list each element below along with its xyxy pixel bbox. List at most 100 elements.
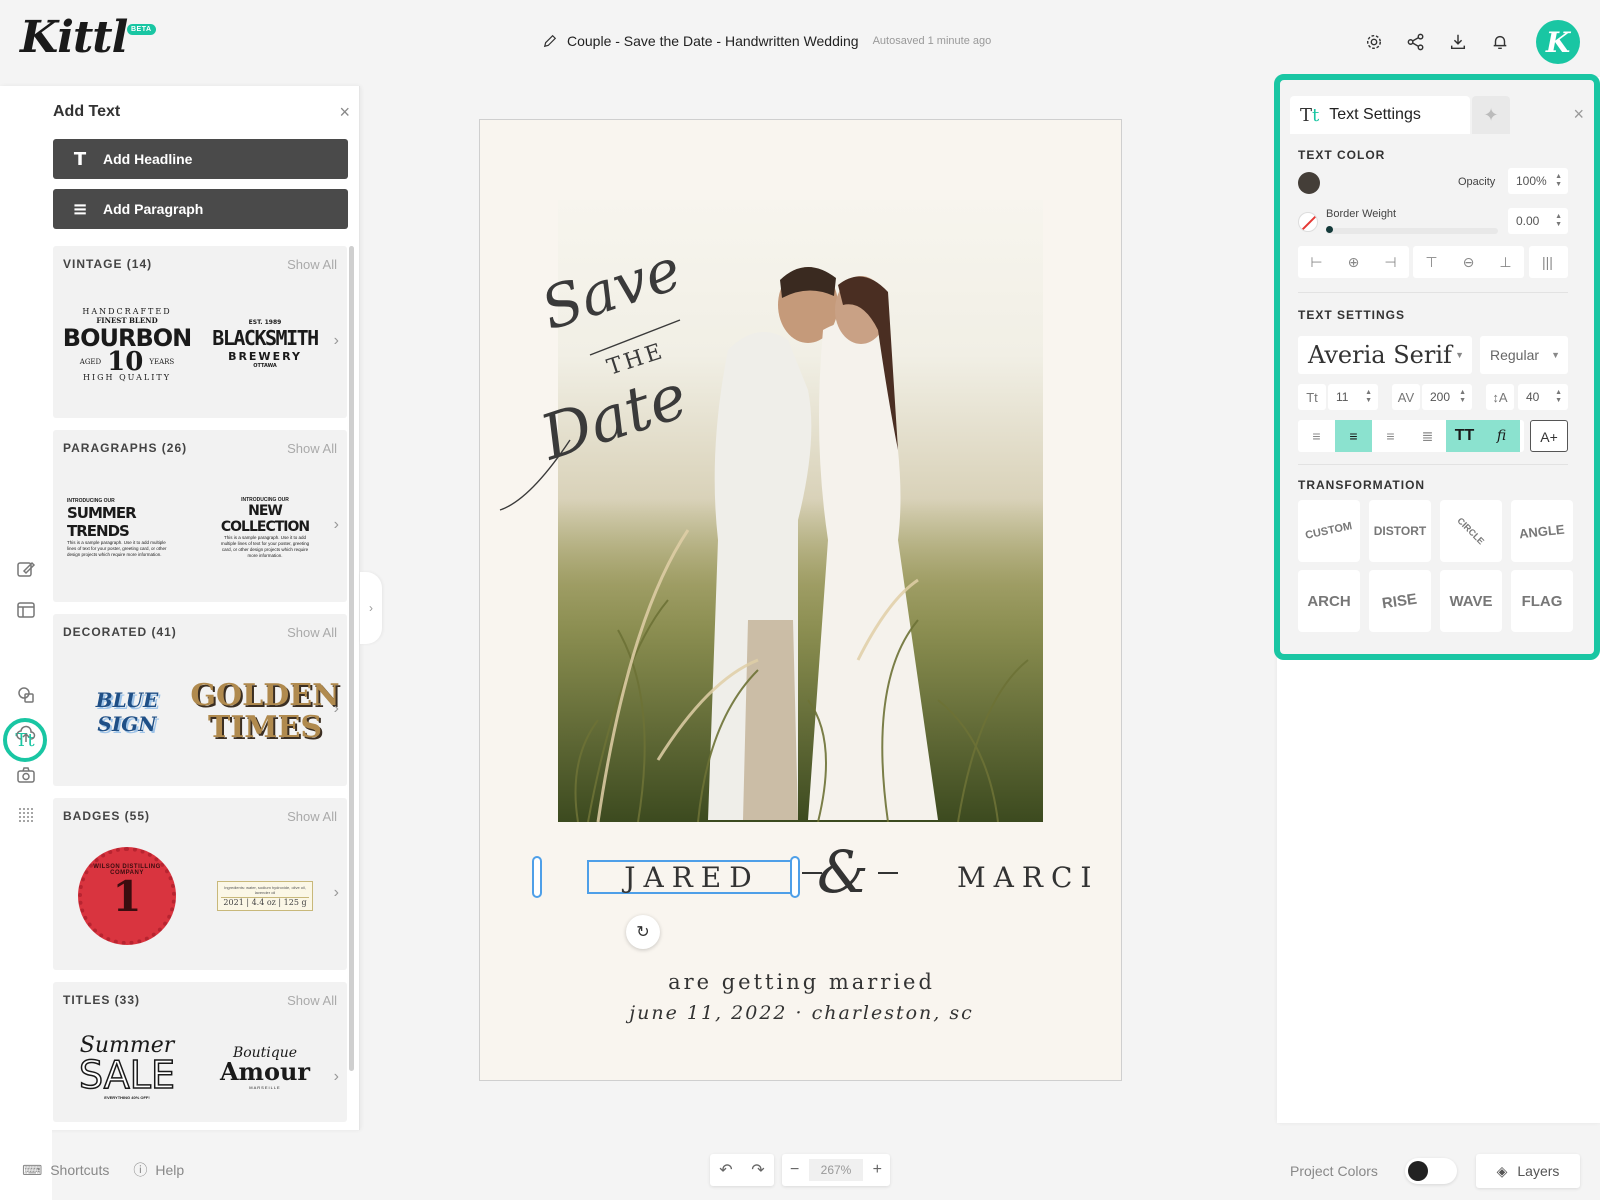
stepper-icon[interactable]: ▲ ▼ bbox=[1555, 389, 1562, 405]
show-all-link[interactable]: Show All bbox=[287, 257, 337, 272]
text-align-left-icon[interactable]: ≡ bbox=[1298, 420, 1335, 452]
transform-wave-button[interactable]: WAVE bbox=[1440, 570, 1502, 632]
distribute-icon[interactable]: ||| bbox=[1529, 246, 1566, 278]
boutique-amour-sample[interactable]: Boutique Amour MARSEILLE bbox=[205, 1020, 325, 1116]
transform-circle-button[interactable]: CIRCLE bbox=[1440, 500, 1502, 562]
stepper-icon[interactable]: ▲ ▼ bbox=[1555, 173, 1562, 189]
border-weight-slider[interactable] bbox=[1326, 228, 1498, 234]
collapse-panel-tab[interactable]: › bbox=[360, 572, 382, 644]
chevron-right-icon[interactable]: › bbox=[334, 1068, 339, 1086]
font-size-input[interactable]: 11 ▲ ▼ bbox=[1328, 384, 1378, 410]
bourbon-sample[interactable]: HANDCRAFTED FINEST BLEND BOURBON AGED 10… bbox=[63, 284, 192, 404]
chevron-right-icon[interactable]: › bbox=[334, 332, 339, 350]
transform-distort-button[interactable]: DISTORT bbox=[1369, 500, 1431, 562]
sample-text: NEW COLLECTION bbox=[220, 503, 310, 535]
user-avatar[interactable]: K bbox=[1536, 20, 1580, 64]
resize-handle-right[interactable] bbox=[790, 856, 800, 898]
name-jared-text[interactable]: JARED bbox=[587, 860, 797, 894]
shapes-icon[interactable] bbox=[15, 684, 37, 706]
transform-custom-button[interactable]: CUSTOM bbox=[1298, 500, 1360, 562]
font-family-select[interactable]: Averia Serif ▼ bbox=[1298, 336, 1472, 374]
wilson-badge-sample[interactable]: WILSON DISTILLING COMPANY 1 bbox=[67, 836, 187, 956]
camera-icon[interactable] bbox=[15, 764, 37, 786]
add-paragraph-button[interactable]: ≡ Add Paragraph bbox=[53, 189, 348, 229]
opacity-input[interactable]: 100% ▲ ▼ bbox=[1508, 168, 1568, 194]
edit-icon[interactable] bbox=[15, 558, 37, 580]
date-location-text[interactable]: june 11, 2022 · charleston, sc bbox=[480, 1002, 1123, 1024]
design-canvas[interactable]: Save THE Date JARED & MARCI ↻ are gettin… bbox=[479, 119, 1122, 1081]
bell-icon[interactable] bbox=[1490, 32, 1510, 52]
chevron-right-icon[interactable]: › bbox=[334, 884, 339, 902]
close-icon[interactable]: × bbox=[1573, 104, 1584, 125]
border-weight-input[interactable]: 0.00 ▲ ▼ bbox=[1508, 208, 1568, 234]
text-effects-icon[interactable]: A+ bbox=[1531, 421, 1567, 453]
tab-ai-text[interactable]: ✦ bbox=[1472, 96, 1510, 134]
letter-spacing-input[interactable]: 200 ▲ ▼ bbox=[1422, 384, 1472, 410]
download-icon[interactable] bbox=[1448, 32, 1468, 52]
document-name[interactable]: Couple - Save the Date - Handwritten Wed… bbox=[567, 33, 859, 49]
ligature-icon[interactable]: ﬁ bbox=[1483, 420, 1520, 452]
layers-button[interactable]: ◈ Layers bbox=[1476, 1154, 1580, 1188]
text-justify-icon[interactable]: ≣ bbox=[1409, 420, 1446, 452]
show-all-link[interactable]: Show All bbox=[287, 809, 337, 824]
kittl-logo[interactable]: Kittl bbox=[20, 12, 128, 63]
gear-icon[interactable] bbox=[1364, 32, 1384, 52]
getting-married-text[interactable]: are getting married bbox=[480, 970, 1123, 994]
uppercase-icon[interactable]: TT bbox=[1446, 420, 1483, 452]
zoom-value[interactable]: 267% bbox=[808, 1159, 864, 1181]
zoom-out-icon[interactable]: − bbox=[790, 1161, 799, 1179]
scrollbar-thumb[interactable] bbox=[349, 246, 354, 1071]
stepper-icon[interactable]: ▲ ▼ bbox=[1365, 389, 1372, 405]
line-height-input[interactable]: 40 ▲ ▼ bbox=[1518, 384, 1568, 410]
summer-sale-sample[interactable]: Summer SALE EVERYTHING 40% OFF! bbox=[67, 1020, 187, 1116]
transform-rise-button[interactable]: RISE bbox=[1369, 570, 1431, 632]
label-sample[interactable]: Ingredients: water, sodium hydroxide, ol… bbox=[205, 836, 325, 956]
golden-times-sample[interactable]: GOLDEN TIMES bbox=[190, 652, 339, 772]
chevron-right-icon[interactable]: › bbox=[334, 516, 339, 534]
zoom-in-icon[interactable]: + bbox=[873, 1161, 882, 1179]
border-color-swatch[interactable] bbox=[1298, 212, 1318, 232]
align-top-icon[interactable]: ⊤ bbox=[1413, 246, 1450, 278]
text-align-center-icon[interactable]: ≡ bbox=[1335, 420, 1372, 452]
align-middle-icon[interactable]: ⊖ bbox=[1450, 246, 1487, 278]
stepper-icon[interactable]: ▲ ▼ bbox=[1555, 213, 1562, 229]
transform-flag-button[interactable]: FLAG bbox=[1511, 570, 1573, 632]
upload-icon[interactable] bbox=[15, 724, 37, 746]
new-collection-sample[interactable]: INTRODUCING OUR NEW COLLECTION This is a… bbox=[205, 468, 325, 588]
project-colors-toggle[interactable] bbox=[1405, 1158, 1457, 1184]
undo-icon[interactable]: ↶ bbox=[719, 1160, 732, 1180]
slider-handle[interactable] bbox=[1326, 226, 1333, 233]
blue-sign-sample[interactable]: BLUE SIGN bbox=[67, 652, 187, 772]
grid-dots-icon[interactable] bbox=[15, 804, 37, 826]
align-right-icon[interactable]: ⊣ bbox=[1372, 246, 1409, 278]
share-icon[interactable] bbox=[1406, 32, 1426, 52]
rotate-icon[interactable]: ↻ bbox=[626, 915, 660, 949]
tab-text-settings[interactable]: Tt Text Settings bbox=[1290, 96, 1470, 134]
chevron-right-icon[interactable]: › bbox=[334, 700, 339, 718]
text-color-swatch[interactable] bbox=[1298, 172, 1320, 194]
align-center-h-icon[interactable]: ⊕ bbox=[1335, 246, 1372, 278]
save-the-date-script[interactable]: Save THE Date bbox=[490, 240, 690, 520]
show-all-link[interactable]: Show All bbox=[287, 993, 337, 1008]
blacksmith-sample[interactable]: EST. 1989 BLACKSMITH BREWERY OTTAWA bbox=[205, 284, 325, 404]
align-left-icon[interactable]: ⊢ bbox=[1298, 246, 1335, 278]
summer-trends-sample[interactable]: INTRODUCING OUR SUMMER TRENDS This is a … bbox=[67, 468, 187, 588]
redo-icon[interactable]: ↷ bbox=[751, 1160, 764, 1180]
document-title[interactable]: Couple - Save the Date - Handwritten Wed… bbox=[543, 33, 991, 49]
font-weight-select[interactable]: Regular ▼ bbox=[1480, 336, 1568, 374]
transform-arch-button[interactable]: ARCH bbox=[1298, 570, 1360, 632]
name-marci-text[interactable]: MARCI bbox=[957, 860, 1099, 894]
resize-handle-left[interactable] bbox=[532, 856, 542, 898]
shortcuts-button[interactable]: ⌨ Shortcuts bbox=[22, 1160, 109, 1180]
transform-angle-button[interactable]: ANGLE bbox=[1511, 500, 1573, 562]
stepper-icon[interactable]: ▲ ▼ bbox=[1459, 389, 1466, 405]
align-bottom-icon[interactable]: ⊥ bbox=[1487, 246, 1524, 278]
close-icon[interactable]: × bbox=[339, 102, 350, 123]
help-button[interactable]: ⓘ Help bbox=[133, 1160, 184, 1180]
text-align-right-icon[interactable]: ≡ bbox=[1372, 420, 1409, 452]
show-all-link[interactable]: Show All bbox=[287, 625, 337, 640]
add-headline-button[interactable]: T Add Headline bbox=[53, 139, 348, 179]
template-icon[interactable] bbox=[15, 599, 37, 621]
show-all-link[interactable]: Show All bbox=[287, 441, 337, 456]
ampersand-text[interactable]: & bbox=[817, 838, 869, 906]
